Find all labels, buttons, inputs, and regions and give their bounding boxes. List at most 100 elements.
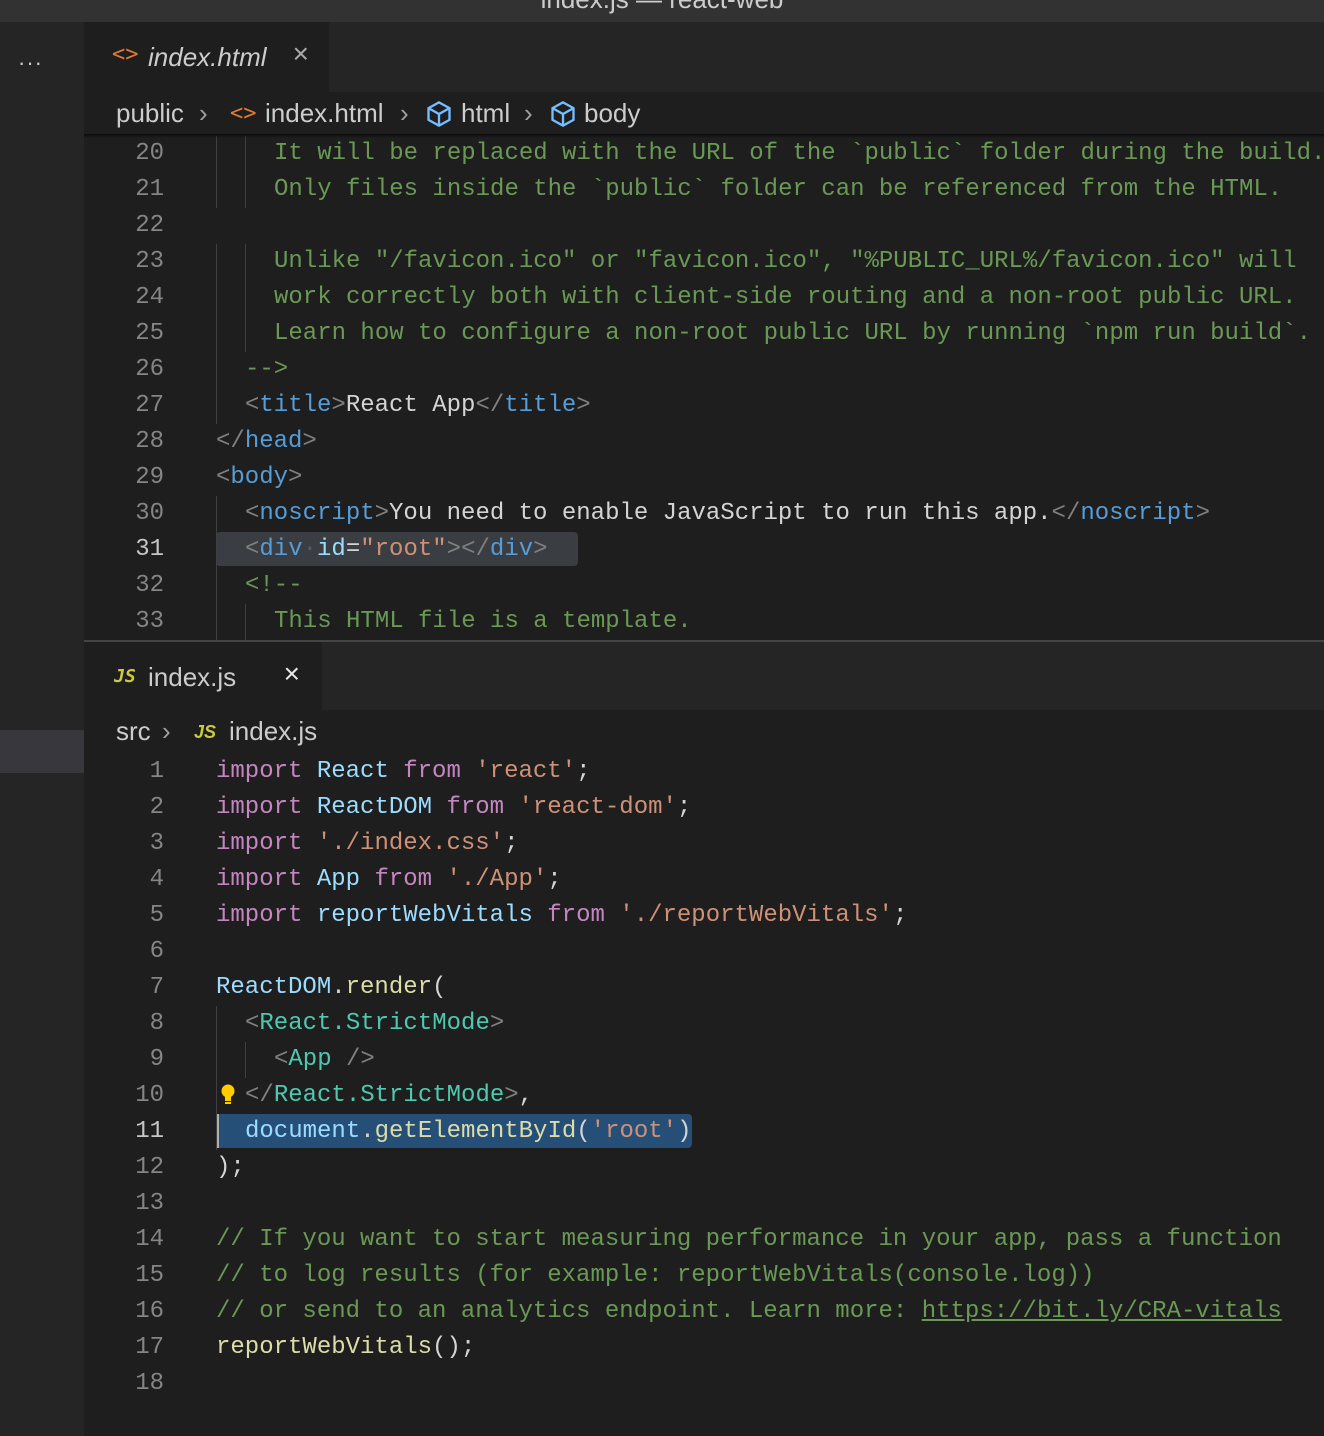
code-line[interactable]: 21 Only files inside the `public` folder … — [84, 172, 1324, 208]
code-line[interactable]: 6 — [84, 934, 1324, 970]
indent-guide — [216, 496, 217, 532]
code-token: ; — [892, 902, 908, 929]
line-number: 17 — [135, 1334, 164, 1361]
code-token: This HTML file is a template. — [274, 608, 692, 635]
breadcrumb-item-html[interactable]: html — [461, 98, 510, 129]
code-line[interactable]: 29 <body> — [84, 460, 1324, 496]
close-icon[interactable]: × — [284, 660, 300, 688]
code-area-html[interactable]: 20 It will be replaced with the URL of th… — [84, 136, 1324, 640]
code-text: // to log results (for example: reportWe… — [216, 1258, 1095, 1294]
breadcrumb-item-index-html[interactable]: index.html — [265, 98, 384, 129]
code-line[interactable]: 1 import React from 'react'; — [84, 754, 1324, 790]
cube-icon — [548, 100, 578, 135]
code-token: App — [316, 866, 361, 893]
line-number: 7 — [149, 974, 164, 1001]
breadcrumb-item-src[interactable]: src — [116, 716, 151, 747]
code-token[interactable]: https://bit.ly/CRA-vitals — [922, 1298, 1282, 1325]
code-line[interactable]: 26 --> — [84, 352, 1324, 388]
code-line[interactable]: 5 import reportWebVitals from './reportWe… — [84, 898, 1324, 934]
code-token: > — [533, 536, 548, 563]
code-token: from — [446, 794, 505, 821]
code-line[interactable]: 16 // or send to an analytics endpoint. L… — [84, 1294, 1324, 1330]
code-token: import — [216, 866, 303, 893]
breadcrumb-item-index-js[interactable]: index.js — [229, 716, 317, 747]
close-icon[interactable]: × — [293, 40, 309, 68]
code-line[interactable]: 2 import ReactDOM from 'react-dom'; — [84, 790, 1324, 826]
indent-guide — [216, 280, 217, 316]
code-line[interactable]: 12); — [84, 1150, 1324, 1186]
line-number: 20 — [135, 140, 164, 167]
code-line[interactable]: 23 Unlike "/favicon.ico" or "favicon.ico"… — [84, 244, 1324, 280]
line-number: 16 — [135, 1298, 164, 1325]
code-token: import — [216, 758, 303, 785]
code-token: > — [1195, 500, 1210, 527]
editor-group-html: 20 It will be replaced with the URL of th… — [84, 22, 1324, 640]
indent-guide — [216, 1078, 217, 1114]
code-line[interactable]: 24 work correctly both with client-side r… — [84, 280, 1324, 316]
more-actions-icon[interactable]: ··· — [18, 52, 43, 74]
line-number: 12 — [135, 1154, 164, 1181]
sidebar-strip: ··· — [0, 22, 84, 1436]
code-text: This HTML file is a template. — [274, 604, 692, 640]
code-line[interactable]: 32 <!-- — [84, 568, 1324, 604]
code-line[interactable]: 31 <div·id="root"></div> — [84, 532, 1324, 568]
code-token: import — [216, 902, 303, 929]
code-token: noscript — [259, 500, 375, 527]
code-token: getElementById — [374, 1118, 577, 1145]
line-number: 1 — [149, 758, 164, 785]
code-token: = — [345, 536, 361, 563]
cube-icon — [424, 100, 454, 135]
code-token: < — [245, 1010, 260, 1037]
code-line[interactable]: 10 </React.StrictMode>, — [84, 1078, 1324, 1114]
code-line[interactable]: 15 // to log results (for example: report… — [84, 1258, 1324, 1294]
code-token: . — [360, 1118, 375, 1145]
line-number: 25 — [135, 320, 164, 347]
code-token: document — [245, 1118, 361, 1145]
tab-index-html[interactable]: <> index.html × — [84, 22, 329, 92]
code-line[interactable]: 25 Learn how to configure a non-root publ… — [84, 316, 1324, 352]
code-token: > — [374, 500, 390, 527]
code-area-js[interactable]: 1 import React from 'react'; 2 import React… — [84, 754, 1324, 1436]
code-token: > — [504, 1082, 519, 1109]
code-line[interactable]: 13 — [84, 1186, 1324, 1222]
code-line[interactable]: 14 // If you want to start measuring perf… — [84, 1222, 1324, 1258]
code-line[interactable]: 7 ReactDOM.render( — [84, 970, 1324, 1006]
code-line[interactable]: 27 <title>React App</title> — [84, 388, 1324, 424]
js-file-icon: JS — [194, 722, 217, 742]
code-line[interactable]: 33 This HTML file is a template. — [84, 604, 1324, 640]
code-line[interactable]: 20 It will be replaced with the URL of th… — [84, 136, 1324, 172]
code-line[interactable]: 4 import App from './App'; — [84, 862, 1324, 898]
code-text: // If you want to start measuring perfor… — [216, 1222, 1282, 1258]
code-line[interactable]: 18 — [84, 1366, 1324, 1402]
code-token: import — [216, 830, 303, 857]
code-token: ; — [576, 758, 591, 785]
code-line[interactable]: 3 import './index.css'; — [84, 826, 1324, 862]
lightbulb-icon[interactable] — [220, 1084, 236, 1106]
code-text: import './index.css'; — [216, 826, 518, 862]
tab-bar-js: JS index.js × — [84, 642, 1324, 710]
code-text: document.getElementById('root') — [245, 1114, 692, 1150]
code-text: ReactDOM.render( — [216, 970, 446, 1006]
code-line[interactable]: 9 <App /> — [84, 1042, 1324, 1078]
code-line[interactable]: 22 — [84, 208, 1324, 244]
tab-index-js[interactable]: JS index.js × — [84, 642, 322, 710]
line-number: 22 — [135, 212, 164, 239]
code-text: <div·id="root"></div> — [245, 532, 548, 568]
code-line[interactable]: 11 document.getElementById('root') — [84, 1114, 1324, 1150]
breadcrumb-item-body[interactable]: body — [584, 98, 640, 129]
code-line[interactable]: 28 </head> — [84, 424, 1324, 460]
chevron-right-icon: › — [162, 716, 171, 746]
breadcrumb-item-public[interactable]: public — [116, 98, 184, 129]
code-token: 'react' — [475, 758, 577, 785]
code-token: React.StrictMode — [273, 1082, 505, 1109]
code-line[interactable]: 8 <React.StrictMode> — [84, 1006, 1324, 1042]
code-token: < — [245, 536, 260, 563]
code-line[interactable]: 30 <noscript>You need to enable JavaScrip… — [84, 496, 1324, 532]
sidebar-selected-item[interactable] — [0, 730, 84, 773]
chevron-right-icon: › — [524, 98, 533, 128]
code-line[interactable]: 17 reportWebVitals(); — [84, 1330, 1324, 1366]
